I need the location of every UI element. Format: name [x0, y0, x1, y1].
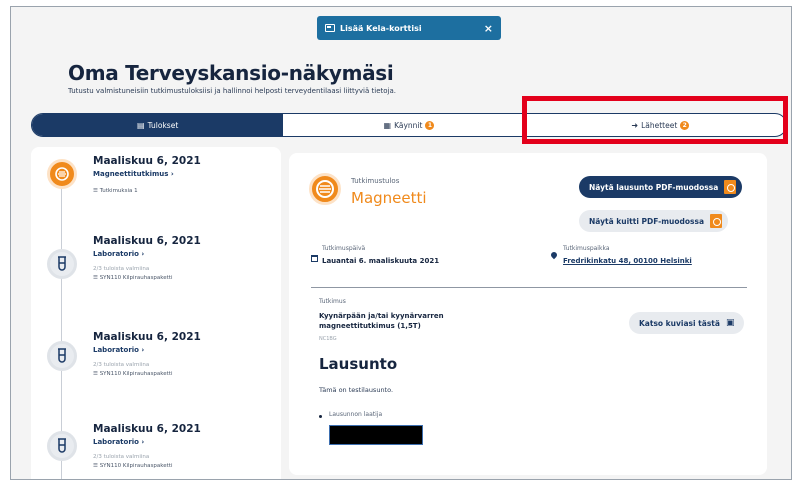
date-label: Tutkimuspäivä	[322, 245, 366, 252]
app-frame: Lisää Kela-korttisi × Oma Terveyskansio-…	[10, 6, 792, 480]
page-title: Oma Terveyskansio-näkymäsi	[68, 61, 394, 85]
magnet-icon	[309, 173, 341, 205]
highlight-box	[522, 96, 788, 144]
timeline-category[interactable]: Magneettitutkimus ›	[93, 170, 174, 178]
magnet-icon	[47, 159, 77, 189]
study-name: Kyynärpään ja/tai kyynärvarren magneetti…	[319, 312, 444, 330]
timeline-category[interactable]: Laboratorio ›	[93, 438, 144, 446]
result-type-label: Tutkimustulos	[351, 177, 400, 185]
image-icon: ▣	[725, 318, 735, 328]
add-kela-card-banner[interactable]: Lisää Kela-korttisi ×	[317, 16, 501, 40]
test-tube-icon	[47, 341, 77, 371]
redacted-author-name	[329, 425, 423, 445]
timeline-date: Maaliskuu 6, 2021	[93, 423, 201, 435]
timeline-progress: 2/3 tuloista valmiina	[93, 454, 150, 460]
button-label: Katso kuviasi tästä	[639, 318, 720, 328]
timeline-meta: ☰ SYN110 Kilpirauhaspaketti	[93, 371, 173, 377]
tab-label: Tulokset	[147, 120, 179, 130]
button-label: Näytä kuitti PDF-muodossa	[589, 216, 705, 226]
results-timeline: Maaliskuu 6, 2021 Magneettitutkimus › ☰ …	[31, 147, 281, 479]
tab-kaynnit[interactable]: ▦ Käynnit 1	[283, 114, 534, 136]
location-pin-icon	[549, 250, 559, 260]
view-images-button[interactable]: Katso kuviasi tästä ▣	[629, 312, 745, 334]
timeline-meta-text: Tutkimuksia 1	[99, 188, 138, 194]
timeline-date: Maaliskuu 6, 2021	[93, 331, 201, 343]
page-subtitle: Tutustu valmistuneisiin tutkimustuloksii…	[68, 87, 396, 95]
timeline-category[interactable]: Laboratorio ›	[93, 250, 144, 258]
button-label: Näytä lausunto PDF-muodossa	[589, 182, 719, 192]
timeline-meta-text: SYN110 Kilpirauhaspaketti	[99, 275, 173, 281]
statement-text: Tämä on testilausunto.	[319, 386, 394, 394]
banner-label: Lisää Kela-korttisi	[340, 23, 422, 33]
timeline-meta-text: SYN110 Kilpirauhaspaketti	[99, 371, 173, 377]
result-type-value: Magneetti	[351, 189, 427, 207]
timeline-progress: 2/3 tuloista valmiina	[93, 362, 150, 368]
place-link[interactable]: Fredrikinkatu 48, 00100 Helsinki	[563, 257, 692, 265]
timeline-category[interactable]: Laboratorio ›	[93, 346, 144, 354]
timeline-date: Maaliskuu 6, 2021	[93, 235, 201, 247]
card-icon	[325, 24, 335, 32]
calendar-icon: ▦	[383, 120, 392, 130]
tab-tulokset[interactable]: ▤ Tulokset	[32, 114, 284, 136]
show-receipt-pdf-button[interactable]: Näytä kuitti PDF-muodossa	[579, 210, 729, 232]
place-label: Tutkimuspaikka	[563, 245, 610, 252]
close-icon[interactable]: ×	[484, 22, 493, 35]
statement-author-label: Lausunnon laatija	[329, 411, 383, 418]
divider	[311, 287, 747, 288]
timeline-meta-text: SYN110 Kilpirauhaspaketti	[99, 463, 173, 469]
results-icon: ▤	[137, 120, 145, 130]
bullet	[319, 415, 322, 418]
test-tube-icon	[47, 431, 77, 461]
result-detail-card: Tutkimustulos Magneetti Näytä lausunto P…	[289, 153, 767, 475]
date-value: Lauantai 6. maaliskuuta 2021	[322, 257, 440, 265]
timeline-date: Maaliskuu 6, 2021	[93, 155, 201, 167]
timeline-meta: ☰ SYN110 Kilpirauhaspaketti	[93, 463, 173, 469]
study-label: Tutkimus	[319, 298, 346, 305]
statement-heading: Lausunto	[319, 355, 398, 373]
study-code: NC1BG	[319, 336, 337, 342]
timeline-progress: 2/3 tuloista valmiina	[93, 266, 150, 272]
timeline-meta: ☰ SYN110 Kilpirauhaspaketti	[93, 275, 173, 281]
tab-label: Käynnit	[394, 120, 423, 130]
count-badge: 1	[425, 120, 435, 130]
show-statement-pdf-button[interactable]: Näytä lausunto PDF-muodossa	[579, 176, 743, 198]
pdf-icon	[710, 214, 723, 228]
timeline-meta: ☰ Tutkimuksia 1	[93, 188, 138, 194]
test-tube-icon	[47, 249, 77, 279]
pdf-icon	[724, 180, 737, 194]
calendar-icon	[311, 255, 318, 262]
